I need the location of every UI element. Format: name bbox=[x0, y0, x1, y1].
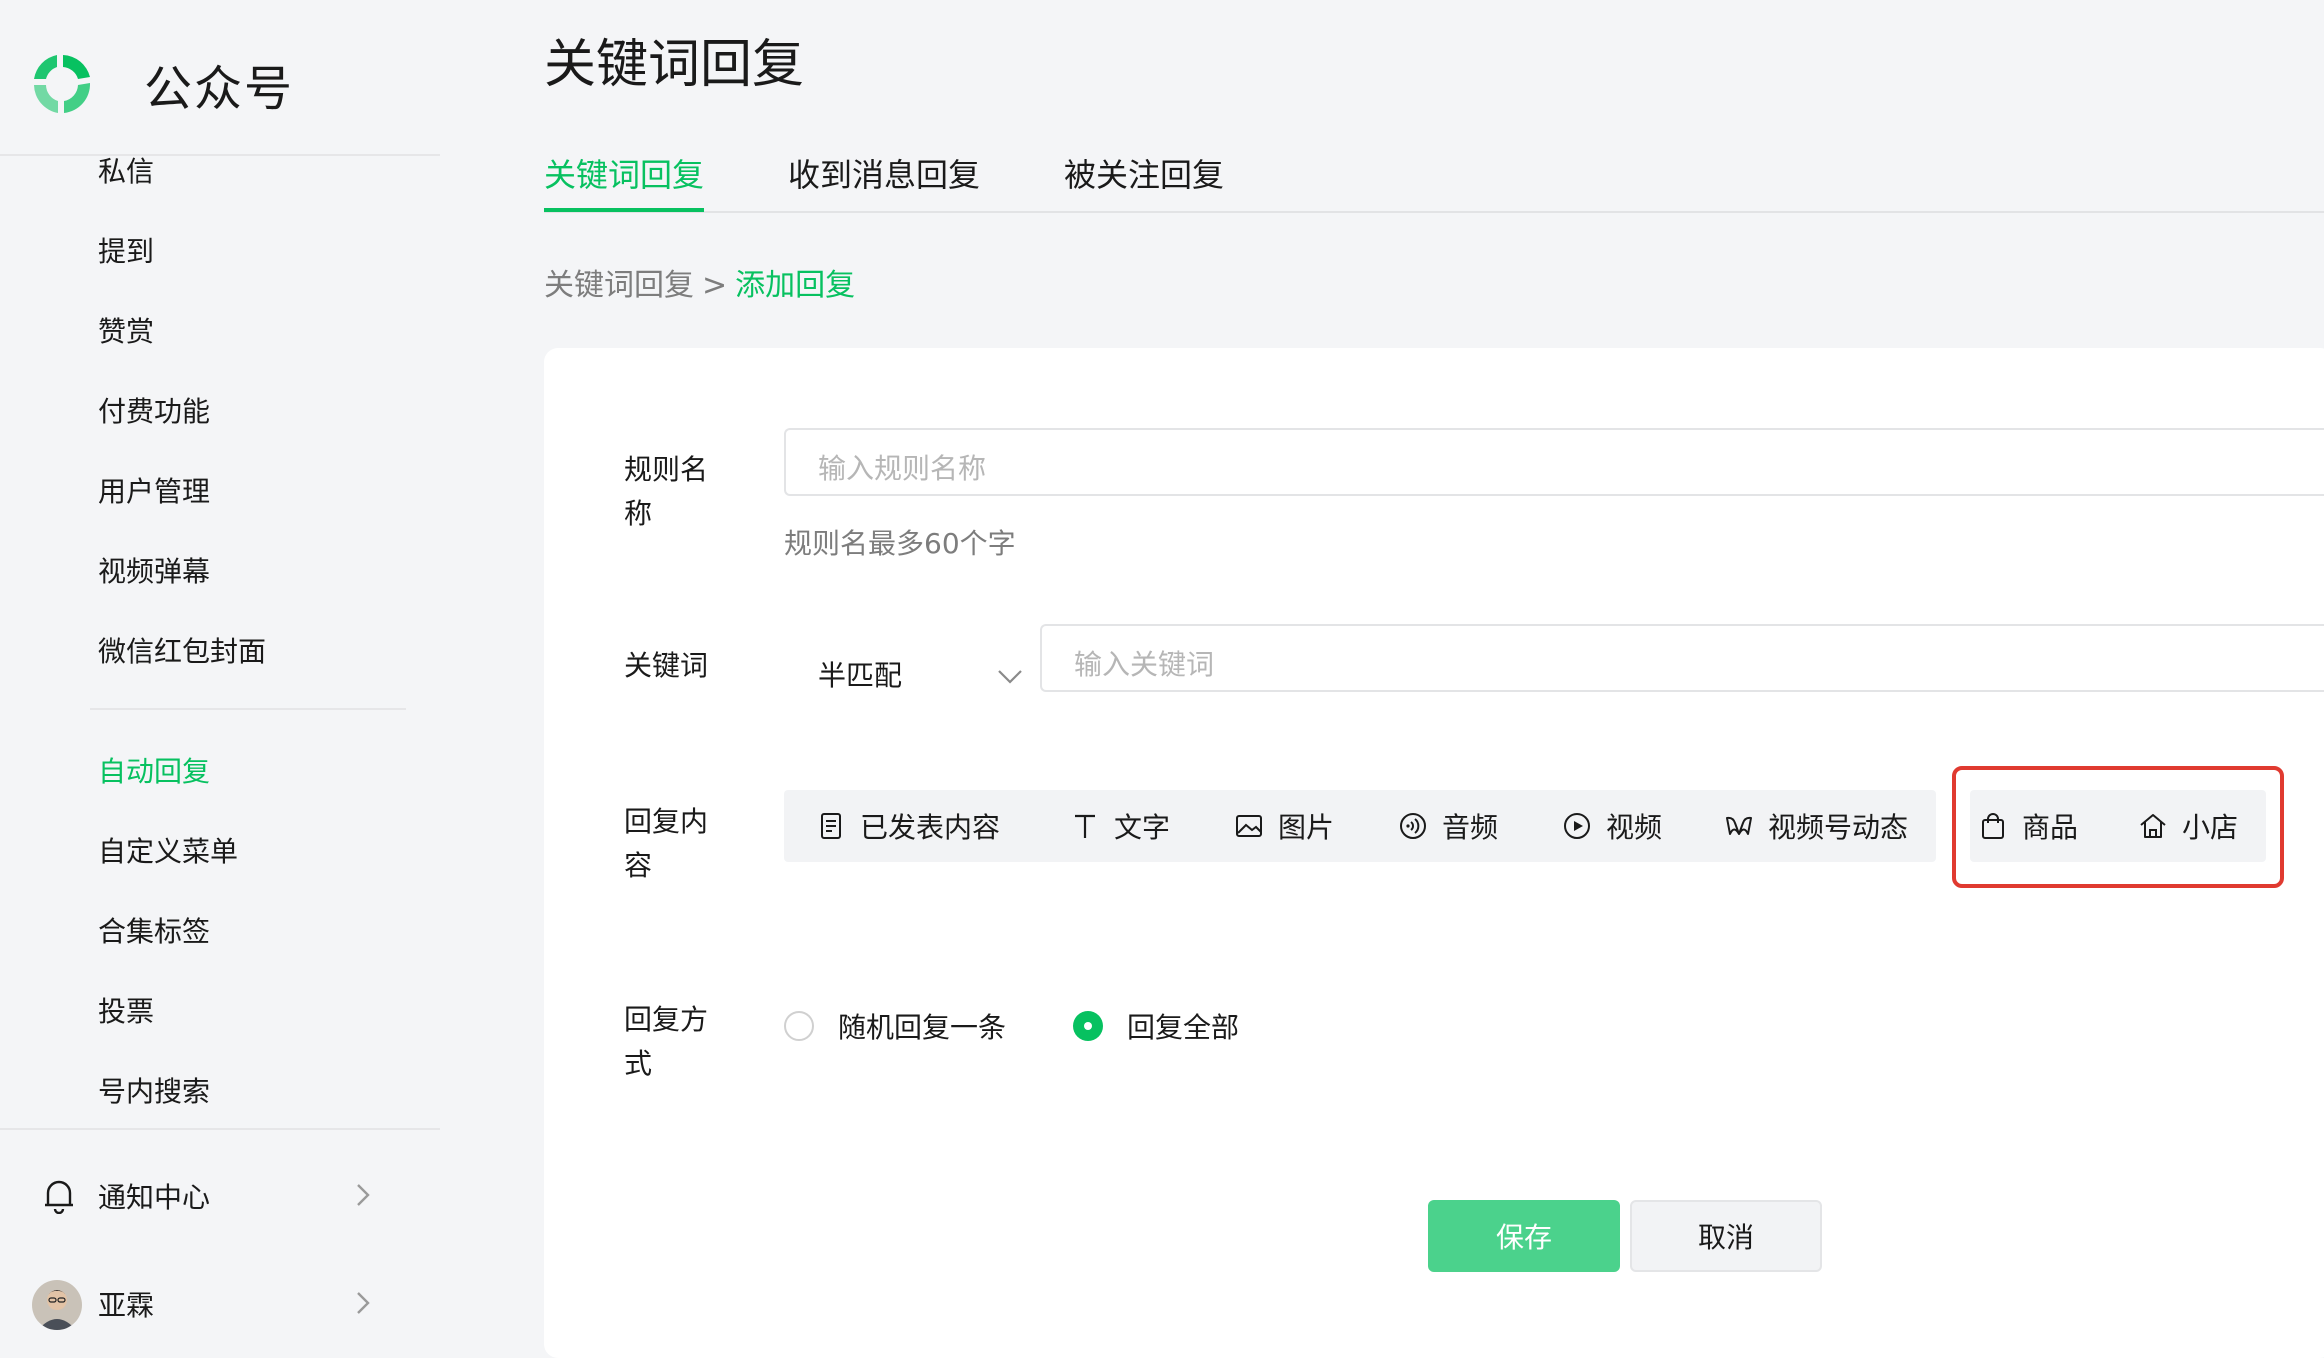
reply-type-toolbar: 已发表内容 文字 图片 音频 视频 视频号动态 bbox=[784, 790, 1936, 862]
chevron-right-icon bbox=[357, 1184, 370, 1206]
text-icon bbox=[1075, 814, 1095, 838]
reply-content-label-line: 容 bbox=[624, 849, 653, 882]
rule-name-label-line: 规则名 bbox=[624, 453, 709, 486]
reply-type-published-content[interactable]: 已发表内容 bbox=[816, 790, 1000, 862]
rule-name-input[interactable]: 输入规则名称 bbox=[784, 428, 2324, 496]
sidebar-item-vote[interactable]: 投票 bbox=[98, 990, 154, 1030]
sidebar-item-rewards[interactable]: 赞赏 bbox=[98, 310, 154, 350]
sidebar-divider bbox=[0, 1128, 440, 1130]
rule-name-label-line: 称 bbox=[624, 497, 653, 530]
chevron-down-icon bbox=[998, 670, 1022, 684]
tab-follow-reply[interactable]: 被关注回复 bbox=[1064, 150, 1224, 210]
document-icon bbox=[821, 813, 841, 839]
radio-circle-checked bbox=[1073, 1011, 1103, 1041]
reply-type-text[interactable]: 文字 bbox=[1070, 790, 1170, 862]
tab-keyword-reply[interactable]: 关键词回复 bbox=[544, 150, 705, 212]
breadcrumb: 关键词回复 > 添加回复 bbox=[544, 260, 855, 304]
notification-center-label: 通知中心 bbox=[98, 1181, 211, 1214]
cancel-button[interactable]: 取消 bbox=[1630, 1200, 1822, 1272]
wechat-official-account-logo-icon bbox=[34, 55, 91, 113]
reply-content-label-line: 回复内 bbox=[624, 805, 709, 838]
sidebar-item-red-packet-cover[interactable]: 微信红包封面 bbox=[98, 630, 266, 670]
match-mode-value: 半匹配 bbox=[818, 659, 903, 692]
audio-icon bbox=[1400, 813, 1426, 839]
rule-name-placeholder: 输入规则名称 bbox=[818, 452, 987, 485]
highlight-annotation-box bbox=[1952, 766, 2284, 888]
page-title: 关键词回复 bbox=[544, 35, 805, 95]
reply-content-label: 回复内 容 bbox=[624, 800, 724, 888]
keyword-placeholder: 输入关键词 bbox=[1074, 648, 1215, 681]
tab-message-reply[interactable]: 收到消息回复 bbox=[788, 150, 980, 210]
bell-icon bbox=[45, 1180, 73, 1214]
sidebar-divider bbox=[0, 154, 440, 156]
brand[interactable]: 公众号 bbox=[28, 48, 294, 120]
sidebar-item-notification-center[interactable]: 通知中心 bbox=[0, 1166, 440, 1226]
brand-name: 公众号 bbox=[144, 61, 295, 117]
sidebar-item-user-management[interactable]: 用户管理 bbox=[98, 470, 210, 510]
radio-circle bbox=[784, 1011, 814, 1041]
channels-icon bbox=[1726, 816, 1752, 835]
sidebar-item-user-account[interactable]: 亚霖 bbox=[0, 1274, 440, 1334]
tab-bar: 关键词回复 收到消息回复 被关注回复 bbox=[544, 150, 2324, 212]
user-name: 亚霖 bbox=[98, 1289, 155, 1322]
reply-type-label: 已发表内容 bbox=[860, 811, 1001, 844]
breadcrumb-parent[interactable]: 关键词回复 bbox=[544, 268, 694, 303]
reply-type-label: 图片 bbox=[1278, 811, 1335, 844]
sidebar-item-mentions[interactable]: 提到 bbox=[98, 230, 154, 270]
sidebar-item-video-danmaku[interactable]: 视频弹幕 bbox=[98, 550, 210, 590]
radio-reply-all[interactable]: 回复全部 bbox=[1073, 1006, 1239, 1046]
sidebar-divider bbox=[90, 708, 406, 710]
video-icon bbox=[1564, 813, 1590, 839]
sidebar-item-private-message[interactable]: 私信 bbox=[98, 150, 154, 190]
rule-name-label: 规则名 称 bbox=[624, 448, 724, 536]
rule-name-hint: 规则名最多60个字 bbox=[784, 527, 1016, 560]
reply-type-channels-post[interactable]: 视频号动态 bbox=[1724, 790, 1908, 862]
breadcrumb-current: 添加回复 bbox=[735, 268, 856, 303]
radio-label: 随机回复一条 bbox=[838, 1011, 1007, 1044]
match-mode-select[interactable]: 半匹配 bbox=[784, 626, 1024, 694]
keyword-label: 关键词 bbox=[624, 649, 709, 682]
radio-label: 回复全部 bbox=[1127, 1011, 1240, 1044]
reply-mode-label-line: 回复方 bbox=[624, 1003, 709, 1036]
save-button[interactable]: 保存 bbox=[1428, 1200, 1620, 1272]
sidebar-item-auto-reply[interactable]: 自动回复 bbox=[98, 750, 210, 790]
reply-type-label: 视频 bbox=[1606, 811, 1663, 844]
sidebar-item-custom-menu[interactable]: 自定义菜单 bbox=[98, 830, 238, 870]
reply-type-image[interactable]: 图片 bbox=[1234, 790, 1334, 862]
reply-type-audio[interactable]: 音频 bbox=[1398, 790, 1498, 862]
sidebar-item-collection-tags[interactable]: 合集标签 bbox=[98, 910, 210, 950]
radio-random-reply[interactable]: 随机回复一条 bbox=[784, 1006, 1006, 1046]
sidebar: 公众号 私信 提到 赞赏 付费功能 用户管理 视频弹幕 微信红包封面 自动回复 … bbox=[0, 0, 440, 1338]
sidebar-item-in-account-search[interactable]: 号内搜索 bbox=[98, 1070, 210, 1110]
avatar bbox=[32, 1280, 82, 1330]
breadcrumb-separator: > bbox=[702, 268, 728, 303]
reply-type-label: 文字 bbox=[1114, 811, 1171, 844]
chevron-right-icon bbox=[357, 1292, 370, 1314]
reply-mode-label-line: 式 bbox=[624, 1047, 653, 1080]
reply-type-label: 视频号动态 bbox=[1768, 811, 1909, 844]
reply-mode-label: 回复方 式 bbox=[624, 998, 724, 1086]
keyword-input[interactable]: 输入关键词 bbox=[1040, 624, 2324, 692]
sidebar-item-paid-features[interactable]: 付费功能 bbox=[98, 390, 210, 430]
image-icon bbox=[1236, 815, 1262, 837]
reply-type-video[interactable]: 视频 bbox=[1562, 790, 1662, 862]
reply-type-label: 音频 bbox=[1442, 811, 1499, 844]
